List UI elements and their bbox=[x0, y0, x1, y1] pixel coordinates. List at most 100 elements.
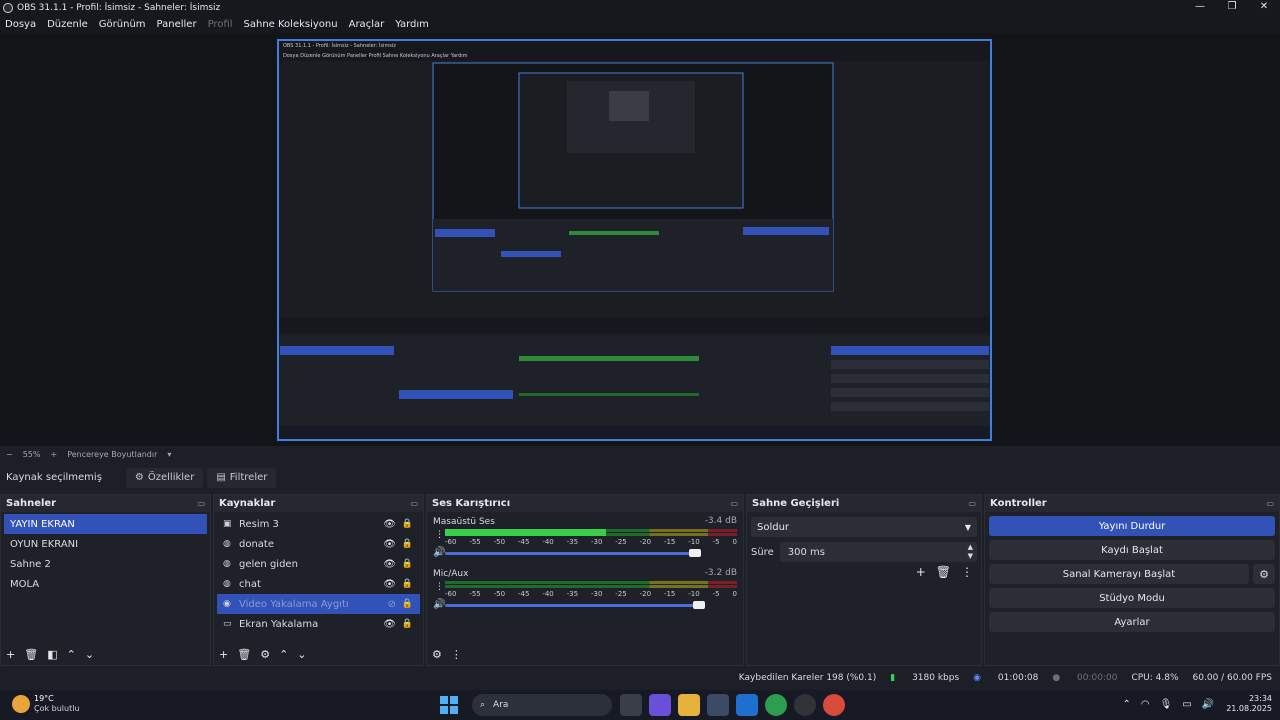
preview-zoom-bar: − 55% + Pencereye Boyutlandır ▾ bbox=[0, 446, 1280, 462]
windows-start-icon[interactable] bbox=[440, 696, 458, 714]
volume-slider[interactable] bbox=[445, 549, 701, 557]
visibility-eye-icon[interactable]: 👁 bbox=[383, 539, 396, 550]
scene-item[interactable]: OYUN EKRANI bbox=[4, 534, 207, 554]
lock-icon[interactable]: 🔒 bbox=[402, 559, 413, 569]
speaker-icon[interactable]: 🔊 bbox=[433, 547, 445, 558]
transitions-header: Sahne Geçişleri ▭ bbox=[747, 495, 981, 512]
source-item[interactable]: ▣ Resim 3 👁 🔒 bbox=[217, 514, 420, 534]
undock-icon[interactable]: ▭ bbox=[730, 499, 738, 508]
mixer-menu-icon[interactable]: ⋮ bbox=[451, 648, 462, 661]
scene-item[interactable]: YAYIN EKRAN bbox=[4, 514, 207, 534]
menu-docks[interactable]: Paneller bbox=[157, 19, 197, 30]
source-item[interactable]: ◉ Video Yakalama Aygıtı ⊘ 🔒 bbox=[217, 594, 420, 614]
undock-icon[interactable]: ▭ bbox=[968, 499, 976, 508]
stop-stream-button[interactable]: Yayını Durdur bbox=[989, 516, 1275, 536]
zoom-dropdown-icon[interactable]: ▾ bbox=[167, 450, 171, 459]
clock-time: 23:34 bbox=[1248, 694, 1272, 703]
visibility-eye-icon[interactable]: 👁 bbox=[383, 559, 396, 570]
bitrate: ▮ 3180 kbps bbox=[890, 673, 960, 683]
scene-item[interactable]: MOLA bbox=[4, 574, 207, 594]
source-item[interactable]: ◍ donate 👁 🔒 bbox=[217, 534, 420, 554]
settings-button[interactable]: Ayarlar bbox=[989, 612, 1275, 632]
maximize-button[interactable]: ❐ bbox=[1216, 0, 1248, 15]
menu-edit[interactable]: Düzenle bbox=[47, 19, 88, 30]
move-down-button[interactable]: ⌄ bbox=[297, 648, 306, 661]
undock-icon[interactable]: ▭ bbox=[197, 499, 205, 508]
remove-scene-button[interactable]: 🗑 bbox=[24, 648, 38, 661]
remove-transition-button[interactable]: 🗑 bbox=[936, 565, 951, 579]
chrome-icon[interactable] bbox=[823, 694, 845, 716]
scene-item[interactable]: Sahne 2 bbox=[4, 554, 207, 574]
undock-icon[interactable]: ▭ bbox=[1266, 499, 1274, 508]
duration-stepper[interactable]: ▲ ▼ bbox=[968, 543, 973, 561]
start-virtual-camera-button[interactable]: Sanal Kamerayı Başlat bbox=[989, 564, 1249, 584]
minimize-button[interactable]: — bbox=[1184, 0, 1216, 15]
virtual-camera-settings-icon[interactable]: ⚙ bbox=[1253, 564, 1275, 584]
add-source-button[interactable]: + bbox=[219, 648, 228, 661]
slider-handle[interactable] bbox=[689, 549, 701, 557]
lock-icon[interactable]: 🔒 bbox=[402, 579, 413, 589]
lock-icon[interactable]: 🔒 bbox=[402, 539, 413, 549]
zoom-in-button[interactable]: + bbox=[50, 450, 57, 459]
obs-taskbar-icon[interactable] bbox=[794, 694, 816, 716]
chrome-icon[interactable] bbox=[765, 694, 787, 716]
mic-icon[interactable]: 🎙 bbox=[1160, 699, 1173, 710]
filters-button[interactable]: ▤ Filtreler bbox=[207, 467, 277, 488]
move-down-button[interactable]: ⌄ bbox=[85, 648, 94, 661]
add-transition-button[interactable]: + bbox=[916, 565, 926, 579]
preview-canvas[interactable]: OBS 31.1.1 - Profil: İsimsiz - Sahneler:… bbox=[277, 39, 992, 441]
scene-filters-button[interactable]: ◧ bbox=[47, 648, 57, 661]
menu-help[interactable]: Yardım bbox=[395, 19, 429, 30]
menu-view[interactable]: Görünüm bbox=[99, 19, 146, 30]
advanced-audio-icon[interactable]: ⚙ bbox=[432, 648, 442, 661]
fit-to-window-label[interactable]: Pencereye Boyutlandır bbox=[67, 450, 157, 459]
properties-button[interactable]: ⚙ Özellikler bbox=[125, 467, 204, 488]
source-item[interactable]: ▭ Ekran Yakalama 👁 🔒 bbox=[217, 614, 420, 634]
add-scene-button[interactable]: + bbox=[6, 648, 15, 661]
visibility-eye-icon[interactable]: 👁 bbox=[383, 619, 396, 630]
copilot-icon[interactable] bbox=[649, 694, 671, 716]
move-up-button[interactable]: ⌃ bbox=[279, 648, 288, 661]
visibility-hidden-icon[interactable]: ⊘ bbox=[388, 599, 396, 610]
transition-select[interactable]: Soldur ▼ bbox=[751, 517, 977, 537]
channel-menu-icon[interactable]: ⋮ bbox=[435, 530, 444, 540]
start-recording-button[interactable]: Kaydı Başlat bbox=[989, 540, 1275, 560]
menu-profile[interactable]: Profil bbox=[208, 19, 233, 30]
menu-scene-collection[interactable]: Sahne Koleksiyonu bbox=[244, 19, 338, 30]
lock-icon[interactable]: 🔒 bbox=[402, 619, 413, 629]
remove-source-button[interactable]: 🗑 bbox=[237, 648, 251, 661]
transition-menu-icon[interactable]: ⋮ bbox=[961, 565, 973, 579]
camera-icon: ◉ bbox=[223, 599, 231, 609]
tray-overflow-icon[interactable]: ⌃ bbox=[1122, 699, 1130, 710]
task-view-icon[interactable] bbox=[620, 694, 642, 716]
zoom-out-button[interactable]: − bbox=[6, 450, 13, 459]
clock[interactable]: 23:34 21.08.2025 bbox=[1226, 694, 1272, 714]
source-item[interactable]: ◍ chat 👁 🔒 bbox=[217, 574, 420, 594]
source-properties-button[interactable]: ⚙ bbox=[260, 648, 270, 661]
menu-file[interactable]: Dosya bbox=[5, 19, 36, 30]
taskbar-search[interactable]: ⌕ Ara bbox=[472, 694, 612, 716]
studio-mode-button[interactable]: Stüdyo Modu bbox=[989, 588, 1275, 608]
menu-tools[interactable]: Araçlar bbox=[349, 19, 385, 30]
preview-area[interactable]: OBS 31.1.1 - Profil: İsimsiz - Sahneler:… bbox=[0, 33, 1280, 446]
duration-input[interactable]: 300 ms ▲ ▼ bbox=[779, 542, 977, 562]
close-button[interactable]: ✕ bbox=[1248, 0, 1280, 15]
speaker-icon[interactable]: 🔊 bbox=[433, 599, 445, 610]
undock-icon[interactable]: ▭ bbox=[410, 499, 418, 508]
visibility-eye-icon[interactable]: 👁 bbox=[383, 579, 396, 590]
source-item[interactable]: ◍ gelen giden 👁 🔒 bbox=[217, 554, 420, 574]
visibility-eye-icon[interactable]: 👁 bbox=[383, 519, 396, 530]
display-icon[interactable]: ▭ bbox=[1182, 699, 1191, 710]
lock-icon[interactable]: 🔒 bbox=[402, 599, 413, 609]
channel-menu-icon[interactable]: ⋮ bbox=[435, 582, 444, 592]
wifi-icon[interactable]: ◠ bbox=[1141, 699, 1150, 710]
store-icon[interactable] bbox=[707, 694, 729, 716]
file-explorer-icon[interactable] bbox=[678, 694, 700, 716]
weather-widget[interactable]: 19°C Çok bulutlu bbox=[12, 694, 80, 714]
volume-slider[interactable] bbox=[445, 601, 705, 609]
volume-icon[interactable]: 🔊 bbox=[1202, 699, 1214, 710]
move-up-button[interactable]: ⌃ bbox=[67, 648, 76, 661]
outlook-icon[interactable] bbox=[736, 694, 758, 716]
lock-icon[interactable]: 🔒 bbox=[402, 519, 413, 529]
slider-handle[interactable] bbox=[693, 601, 705, 609]
